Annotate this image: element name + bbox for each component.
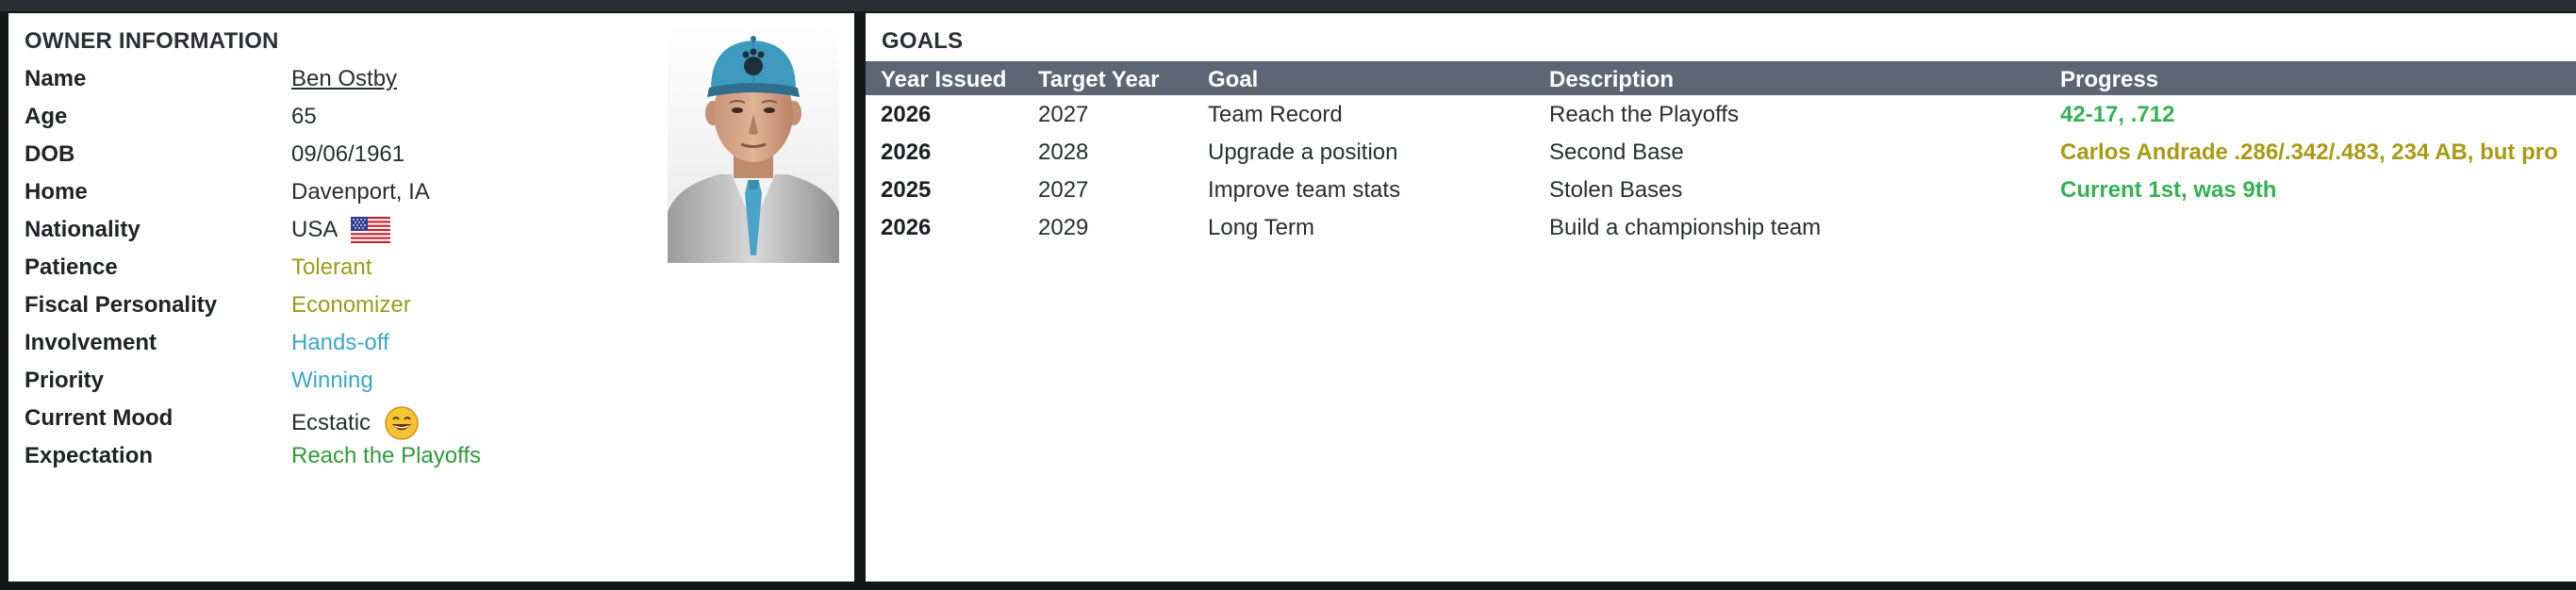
owner-row-nationality: Nationality USA <box>25 211 685 249</box>
cell-year-issued: 2026 <box>881 102 932 127</box>
table-row[interactable]: 2025 2027 Improve team stats Stolen Base… <box>866 172 2576 209</box>
owner-row-age: Age 65 <box>25 98 685 136</box>
owner-row-expectation: Expectation Reach the Playoffs <box>25 437 685 475</box>
cell-description: Stolen Bases <box>1549 177 1683 203</box>
cell-description: Second Base <box>1549 139 1684 165</box>
cell-progress: 42-17, .712 <box>2060 102 2175 127</box>
owner-value-name-wrap: Ben Ostby <box>291 66 397 92</box>
table-row[interactable]: 2026 2029 Long Term Build a championship… <box>866 209 2576 247</box>
goals-panel: GOALS Year Issued Target Year Goal Descr… <box>866 13 2576 582</box>
owner-row-involvement: Involvement Hands-off <box>25 324 685 362</box>
owner-value-expectation: Reach the Playoffs <box>291 443 482 468</box>
owner-information-panel: OWNER INFORMATION Name Ben Ostby Age 65 … <box>8 13 854 582</box>
cell-year-issued: 2026 <box>881 139 932 165</box>
cell-progress: Carlos Andrade .286/.342/.483, 234 AB, b… <box>2060 139 2558 165</box>
owner-label-priority: Priority <box>25 368 105 393</box>
cell-target-year: 2027 <box>1038 177 1089 203</box>
column-header-year-issued[interactable]: Year Issued <box>881 67 1006 93</box>
owner-value-patience: Tolerant <box>291 254 372 280</box>
owner-label-name: Name <box>25 66 87 91</box>
owner-value-dob: 09/06/1961 <box>291 141 405 167</box>
owner-value-mood: Ecstatic <box>291 410 372 435</box>
table-row[interactable]: 2026 2028 Upgrade a position Second Base… <box>866 134 2576 172</box>
owner-label-expectation: Expectation <box>25 443 154 468</box>
owner-label-dob: DOB <box>25 141 75 167</box>
cell-goal: Team Record <box>1208 102 1343 127</box>
owner-name-link[interactable]: Ben Ostby <box>291 66 397 92</box>
column-header-progress[interactable]: Progress <box>2060 67 2158 93</box>
cell-goal: Improve team stats <box>1208 177 1401 203</box>
owner-value-mood-wrap: Ecstatic <box>291 405 420 441</box>
owner-label-age: Age <box>25 104 68 129</box>
owner-value-fiscal: Economizer <box>291 292 411 318</box>
owner-label-mood: Current Mood <box>25 405 173 431</box>
owner-label-involvement: Involvement <box>25 330 157 355</box>
cell-description: Build a championship team <box>1549 215 1822 240</box>
owner-value-home: Davenport, IA <box>291 179 430 205</box>
owner-row-home: Home Davenport, IA <box>25 173 685 211</box>
owner-portrait <box>668 24 839 263</box>
column-header-target-year[interactable]: Target Year <box>1038 67 1160 93</box>
cell-goal: Upgrade a position <box>1208 139 1398 165</box>
cell-target-year: 2028 <box>1038 139 1089 165</box>
goals-panel-title: GOALS <box>882 28 964 54</box>
cell-target-year: 2027 <box>1038 102 1089 127</box>
top-strip <box>0 0 2576 11</box>
owner-label-patience: Patience <box>25 254 118 280</box>
column-header-goal[interactable]: Goal <box>1208 67 1258 93</box>
column-header-description[interactable]: Description <box>1549 67 1674 93</box>
owner-panel-title: OWNER INFORMATION <box>25 28 279 54</box>
owner-value-priority: Winning <box>291 368 373 393</box>
ecstatic-face-icon <box>385 406 419 440</box>
cell-year-issued: 2025 <box>881 177 932 203</box>
owner-label-home: Home <box>25 179 88 205</box>
owner-label-fiscal: Fiscal Personality <box>25 292 218 318</box>
goals-table-header: Year Issued Target Year Goal Description… <box>866 61 2576 95</box>
owner-row-patience: Patience Tolerant <box>25 249 685 287</box>
owner-value-age: 65 <box>291 104 317 129</box>
owner-value-nationality-wrap: USA <box>291 217 391 243</box>
usa-flag-icon <box>351 217 391 243</box>
owner-row-mood: Current Mood Ecstatic <box>25 400 685 440</box>
owner-row-dob: DOB 09/06/1961 <box>25 136 685 173</box>
cell-year-issued: 2026 <box>881 215 932 240</box>
table-row[interactable]: 2026 2027 Team Record Reach the Playoffs… <box>866 96 2576 134</box>
owner-value-nationality: USA <box>291 217 339 242</box>
cell-progress: Current 1st, was 9th <box>2060 177 2277 203</box>
cell-description: Reach the Playoffs <box>1549 102 1740 127</box>
owner-row-name: Name Ben Ostby <box>25 60 685 98</box>
owner-label-nationality: Nationality <box>25 217 140 242</box>
owner-row-fiscal: Fiscal Personality Economizer <box>25 287 685 324</box>
owner-row-priority: Priority Winning <box>25 362 685 400</box>
owner-value-involvement: Hands-off <box>291 330 389 355</box>
cell-target-year: 2029 <box>1038 215 1089 240</box>
cell-goal: Long Term <box>1208 215 1314 240</box>
